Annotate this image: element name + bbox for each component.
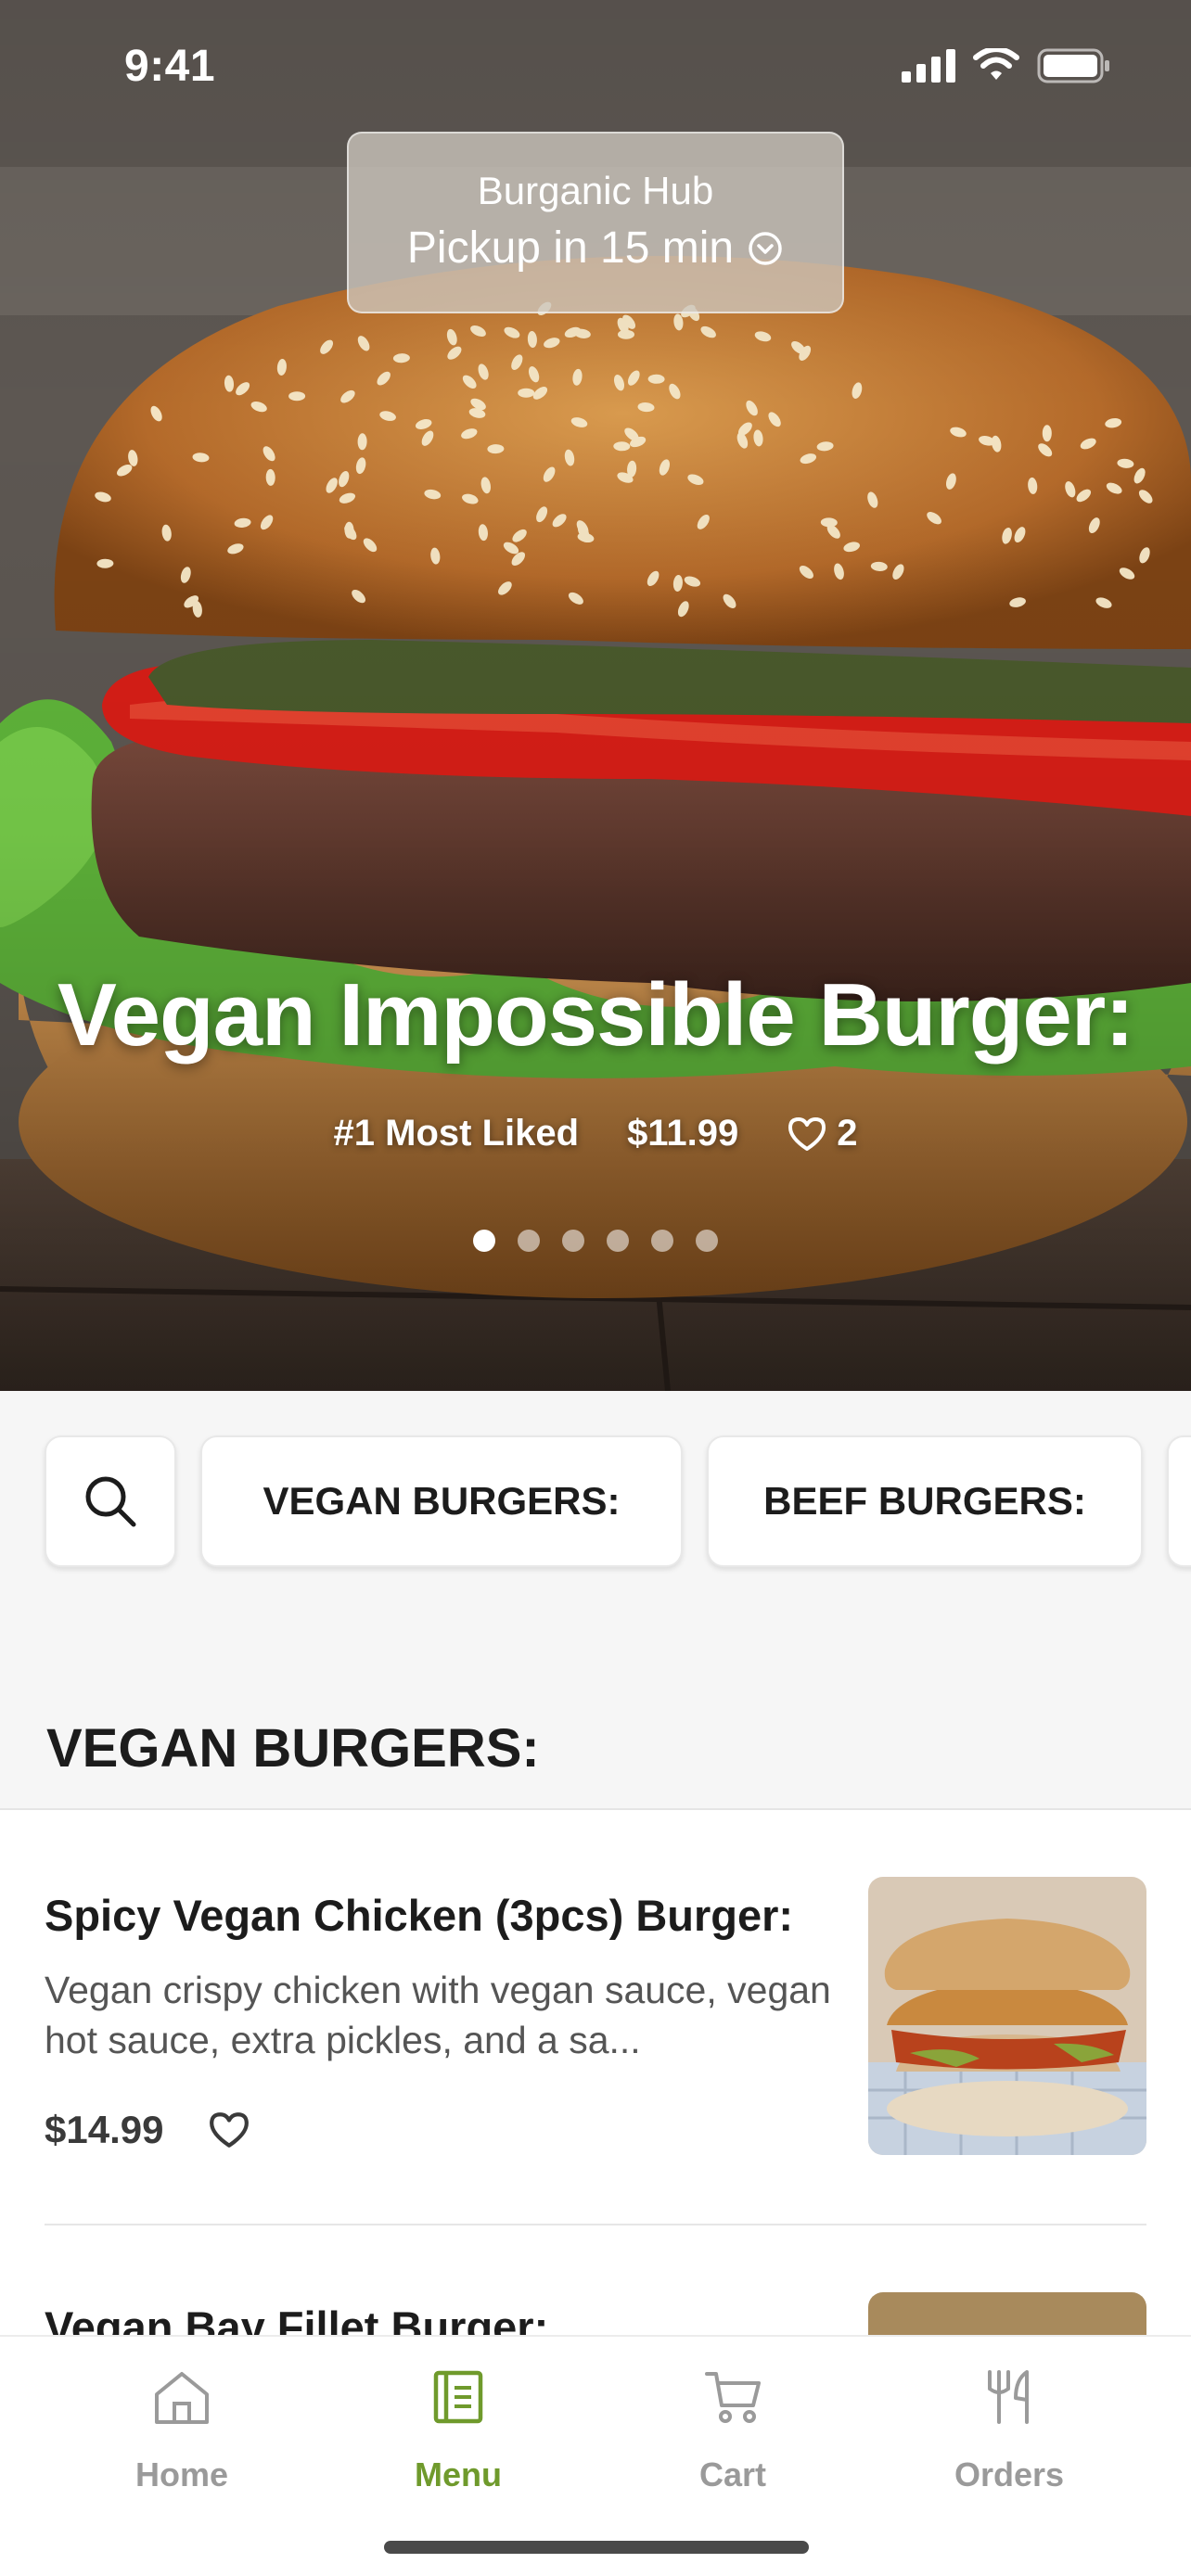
- chip-beef-burgers[interactable]: BEEF BURGERS:: [707, 1435, 1143, 1567]
- menu-book-icon: [433, 2370, 483, 2424]
- status-bar: 9:41: [0, 0, 1191, 130]
- battery-icon: [1037, 48, 1109, 83]
- hero-likes[interactable]: 2: [787, 1113, 857, 1154]
- tab-bar: Home Menu Cart Orders: [0, 2335, 1191, 2576]
- tab-home-label: Home: [134, 2455, 229, 2493]
- chip-vegan-burgers[interactable]: VEGAN BURGERS:: [200, 1435, 683, 1567]
- hero-price: $11.99: [627, 1113, 739, 1154]
- carousel-dot[interactable]: [473, 1230, 495, 1252]
- list-divider: [45, 2224, 1146, 2225]
- carousel-dot[interactable]: [562, 1230, 584, 1252]
- home-icon: [155, 2372, 209, 2424]
- tab-menu[interactable]: Menu: [347, 2365, 570, 2494]
- menu-item-list: Spicy Vegan Chicken (3pcs) Burger: Vegan…: [0, 1810, 1191, 2339]
- chip-more[interactable]: [1167, 1435, 1191, 1567]
- status-time: 9:41: [124, 42, 216, 91]
- category-chips: VEGAN BURGERS: BEEF BURGERS:: [45, 1435, 1191, 1567]
- carousel-dot[interactable]: [607, 1230, 629, 1252]
- cellular-signal-icon: [902, 49, 955, 83]
- carousel-dots[interactable]: [0, 1230, 1191, 1252]
- fork-knife-icon: [988, 2370, 1029, 2424]
- store-name: Burganic Hub: [477, 169, 714, 212]
- hero-likes-count: 2: [837, 1113, 858, 1154]
- tab-cart[interactable]: Cart: [621, 2365, 844, 2494]
- cart-icon: [705, 2372, 761, 2423]
- heart-icon[interactable]: [208, 2111, 250, 2149]
- carousel-dot[interactable]: [518, 1230, 540, 1252]
- pickup-eta-label: Pickup in 15 min: [406, 223, 735, 273]
- hero-tag: #1 Most Liked: [333, 1113, 580, 1154]
- search-icon: [85, 1476, 136, 1527]
- tab-orders-label: Orders: [954, 2455, 1065, 2493]
- tab-cart-label: Cart: [698, 2455, 767, 2493]
- tab-menu-label: Menu: [415, 2455, 502, 2493]
- chevron-down-circle-icon: [749, 231, 782, 265]
- section-title: VEGAN BURGERS:: [46, 1718, 540, 1779]
- tab-home[interactable]: Home: [70, 2365, 293, 2494]
- status-icons: [902, 48, 1111, 83]
- pickup-eta: Pickup in 15 min: [407, 223, 784, 274]
- tab-orders[interactable]: Orders: [898, 2365, 1121, 2494]
- carousel-dot[interactable]: [651, 1230, 673, 1252]
- heart-icon: [788, 1116, 826, 1151]
- carousel-dot[interactable]: [696, 1230, 718, 1252]
- menu-item-description: Vegan crispy chicken with vegan sauce, v…: [45, 1969, 831, 2061]
- menu-item-image: [868, 1877, 1146, 2155]
- wifi-icon: [973, 48, 1019, 80]
- menu-item-price: $14.99: [45, 2108, 164, 2151]
- search-button[interactable]: [45, 1435, 176, 1567]
- hero-meta: #1 Most Liked $11.99 2: [0, 1113, 1191, 1154]
- hero-banner[interactable]: 9:41 Burganic Hub Pickup in 15 min Vegan…: [0, 0, 1191, 1391]
- menu-item-image: [868, 2292, 1146, 2339]
- home-indicator: [384, 2541, 809, 2554]
- hero-title: Vegan Impossible Burger:: [57, 965, 1134, 1065]
- pickup-location-selector[interactable]: Burganic Hub Pickup in 15 min: [347, 132, 844, 313]
